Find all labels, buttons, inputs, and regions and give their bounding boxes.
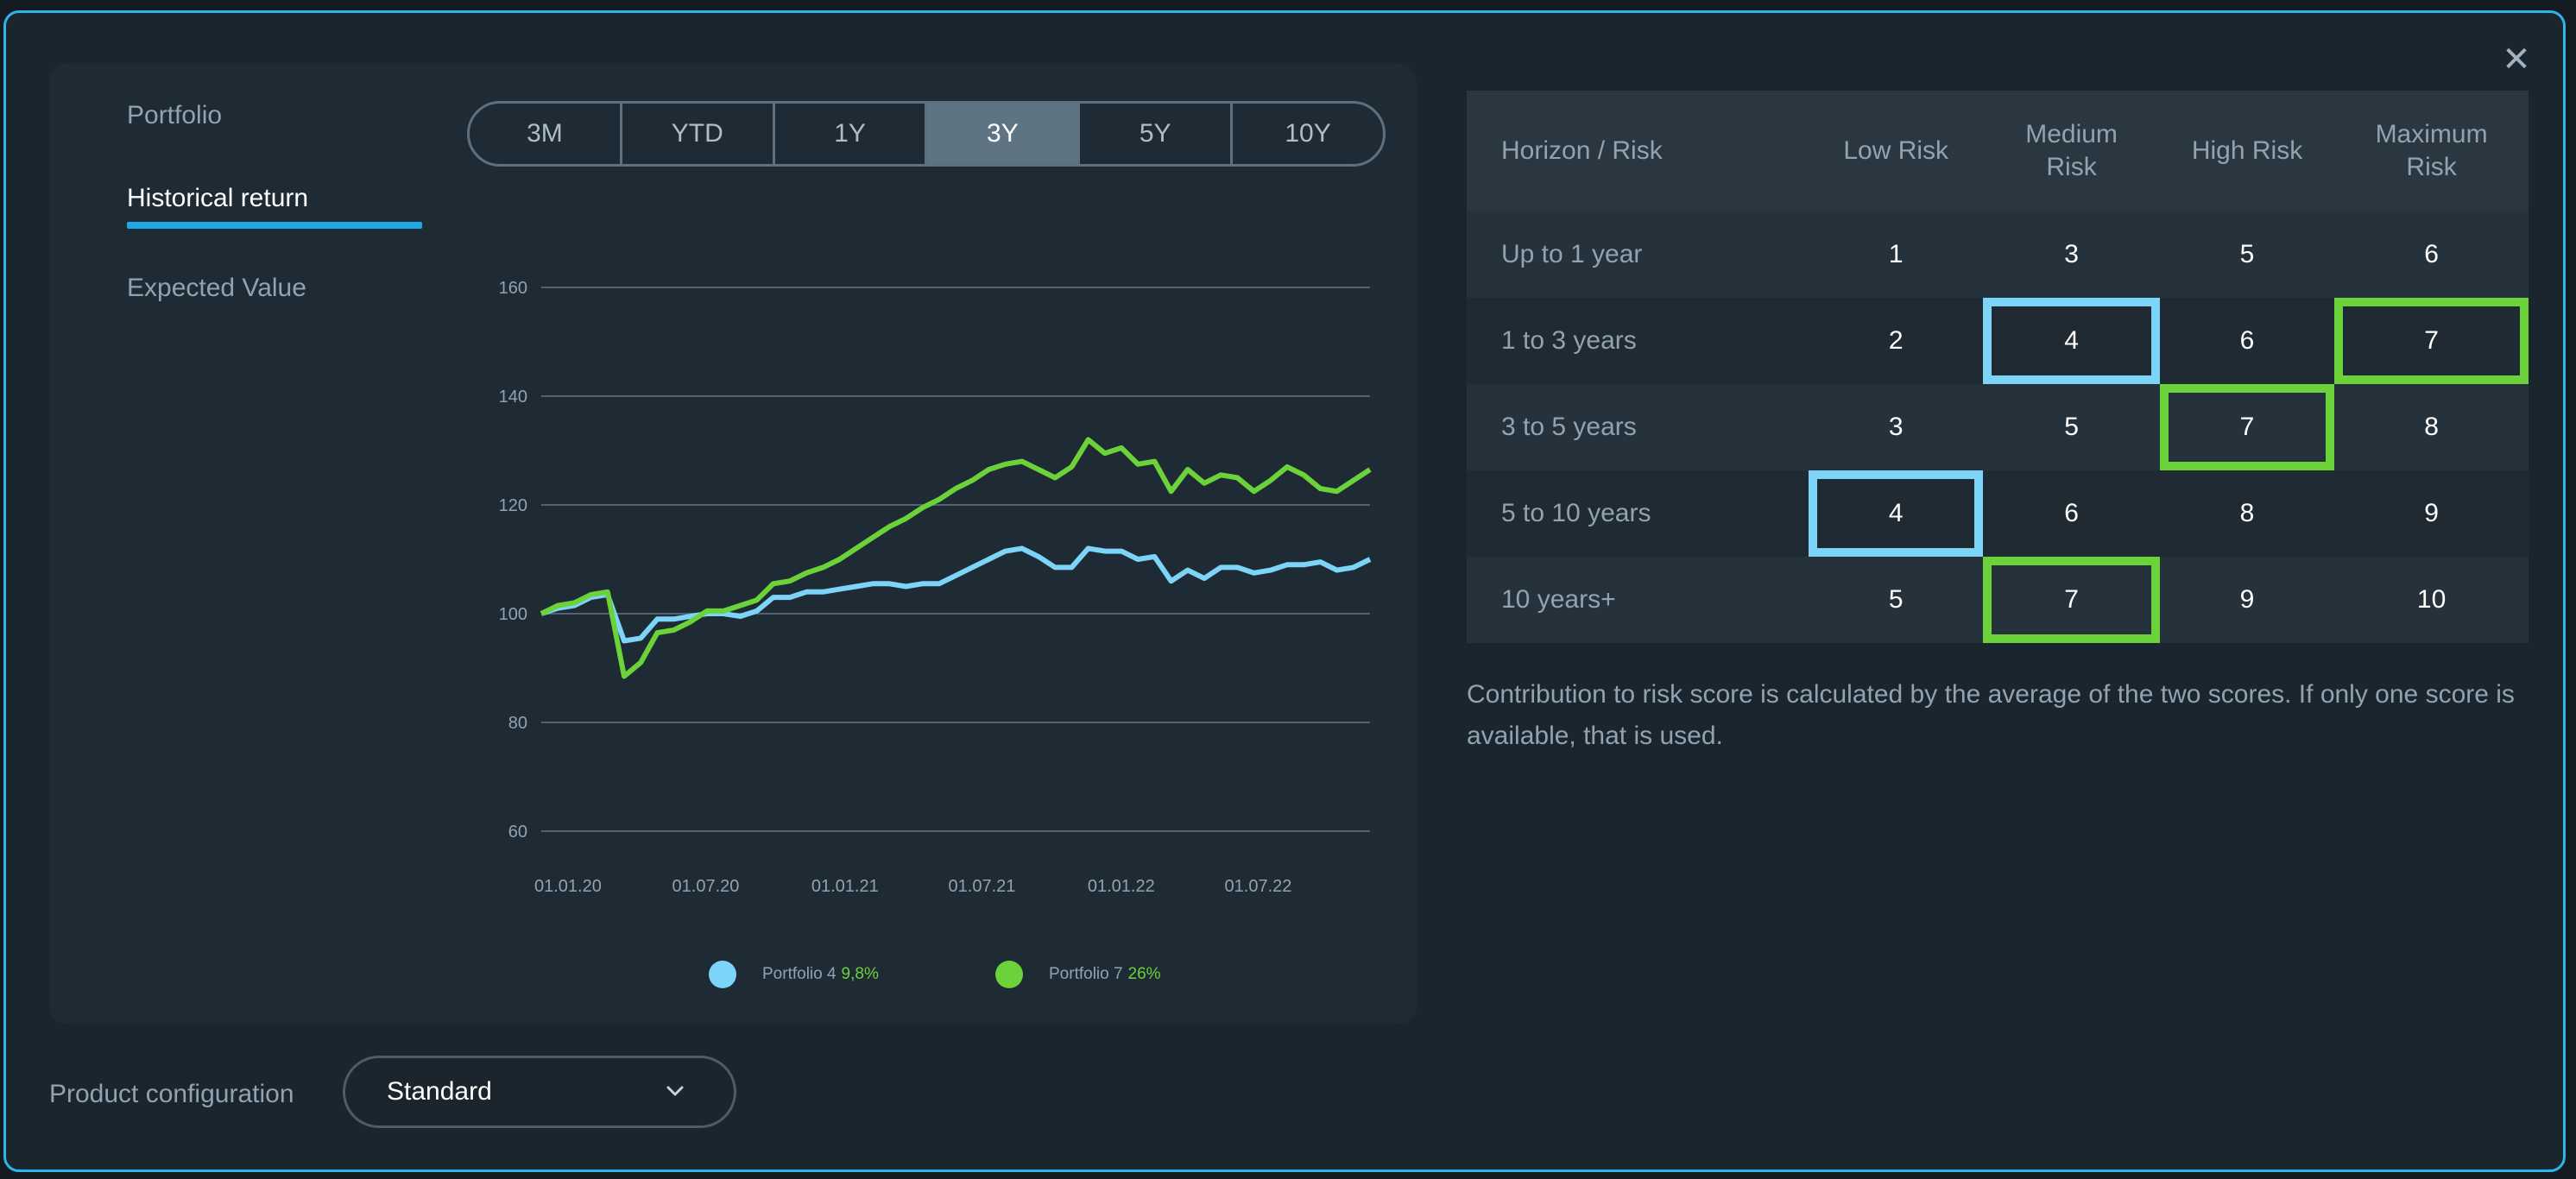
legend-dot-portfolio-7: [995, 961, 1023, 988]
modal-dialog: ✕ Portfolio Historical return Expected V…: [3, 10, 2566, 1172]
x-tick-label: 01.07.20: [672, 877, 740, 896]
legend-return: 26%: [1127, 965, 1161, 983]
legend-label: Portfolio 7: [1049, 965, 1123, 983]
legend-dot-portfolio-4: [709, 961, 736, 988]
tab-3m[interactable]: 3M: [470, 104, 622, 164]
chevron-down-icon: [666, 1086, 684, 1096]
historical-return-chart: 160 140 120 100 80 60 01.01.20 01.07.20 01.01.21…: [499, 279, 1372, 896]
table-cell: 6: [2424, 240, 2439, 268]
product-configuration-label: Product configuration: [49, 1080, 294, 1108]
nav-item-expected-value[interactable]: Expected Value: [127, 274, 306, 303]
table-cell: 1: [1888, 240, 1904, 268]
close-icon[interactable]: ✕: [2496, 39, 2537, 80]
table-header-row: Horizon / Risk Low Risk Medium Risk High …: [1467, 91, 2529, 211]
tab-1y[interactable]: 1Y: [775, 104, 928, 164]
table-row: 10 years+ 5 7 9 10: [1467, 557, 2529, 643]
x-tick-label: 01.01.20: [534, 877, 602, 896]
table-cell: 3: [2064, 240, 2079, 268]
table-cell-highlight-portfolio-4: 4: [1983, 298, 2160, 384]
table-row: Up to 1 year 1 3 5 6: [1467, 211, 2529, 298]
row-label: 1 to 3 years: [1501, 326, 1637, 355]
table-cell: 5: [1888, 585, 1904, 614]
y-tick-label: 100: [499, 605, 527, 624]
table-cell: 5: [2239, 240, 2255, 268]
x-tick-label: 01.01.21: [811, 877, 879, 896]
series-line-portfolio-4: [540, 545, 1372, 644]
y-tick-label: 120: [499, 496, 527, 515]
table-cell: 8: [2239, 499, 2255, 527]
table-cell-highlight-portfolio-7: 7: [2334, 298, 2529, 384]
table-row: 5 to 10 years 4 6 8 9: [1467, 470, 2529, 557]
y-tick-label: 60: [508, 823, 527, 842]
table-cell: 2: [1888, 326, 1904, 355]
risk-score-note: Contribution to risk score is calculated…: [1467, 680, 2515, 750]
legend-return: 9,8%: [841, 965, 879, 983]
table-cell: 9: [2239, 585, 2255, 614]
risk-score-table: Horizon / Risk Low Risk Medium Risk High …: [1467, 91, 2529, 643]
header-low-risk: Low Risk: [1843, 136, 1949, 165]
legend-portfolio-7: Portfolio 7 26%: [995, 961, 1161, 988]
table-cell: 10: [2416, 585, 2447, 614]
nav-item-historical-return[interactable]: Historical return: [127, 184, 308, 213]
row-label: 3 to 5 years: [1501, 413, 1637, 441]
tab-3y[interactable]: 3Y: [927, 104, 1081, 164]
header-high-risk: High Risk: [2191, 136, 2303, 165]
chart-panel: Portfolio Historical return Expected Val…: [49, 63, 1417, 1025]
table-cell: 8: [2424, 413, 2439, 441]
row-label: 5 to 10 years: [1501, 499, 1651, 527]
table-cell-highlight-portfolio-7: 7: [1983, 557, 2160, 643]
row-label: 10 years+: [1501, 585, 1616, 614]
x-tick-label: 01.07.21: [949, 877, 1016, 896]
legend-label: Portfolio 4: [762, 965, 837, 983]
nav-item-portfolio[interactable]: Portfolio: [127, 101, 222, 130]
header-horizon-risk: Horizon / Risk: [1501, 136, 1663, 165]
table-cell: 3: [1888, 413, 1904, 441]
tab-ytd[interactable]: YTD: [622, 104, 775, 164]
y-tick-label: 140: [499, 388, 527, 407]
table-row: 3 to 5 years 3 5 7 8: [1467, 384, 2529, 470]
x-tick-label: 01.07.22: [1225, 877, 1292, 896]
table-cell: 9: [2424, 499, 2439, 527]
table-cell: 6: [2064, 499, 2079, 527]
period-tabs: 3M YTD 1Y 3Y 5Y 10Y: [467, 101, 1386, 167]
x-tick-label: 01.01.22: [1088, 877, 1155, 896]
nav-active-underline: [127, 222, 422, 229]
header-medium-risk: Medium Risk: [2025, 120, 2118, 181]
y-tick-label: 160: [499, 279, 527, 298]
header-maximum-risk: Maximum Risk: [2375, 120, 2488, 181]
table-cell: 6: [2239, 326, 2255, 355]
series-line-portfolio-7: [540, 437, 1372, 679]
table-cell-highlight-portfolio-7: 7: [2159, 384, 2335, 470]
legend-portfolio-4: Portfolio 4 9,8%: [709, 961, 879, 988]
table-row: 1 to 3 years 2 4 6 7: [1467, 298, 2529, 384]
table-cell-highlight-portfolio-4: 4: [1809, 470, 1984, 557]
y-tick-label: 80: [508, 714, 527, 733]
table-cell: 5: [2064, 413, 2079, 441]
product-configuration-select[interactable]: Standard: [343, 1056, 736, 1128]
row-label: Up to 1 year: [1501, 240, 1643, 268]
tab-10y[interactable]: 10Y: [1233, 104, 1383, 164]
product-configuration-value: Standard: [387, 1077, 492, 1106]
tab-5y[interactable]: 5Y: [1080, 104, 1234, 164]
